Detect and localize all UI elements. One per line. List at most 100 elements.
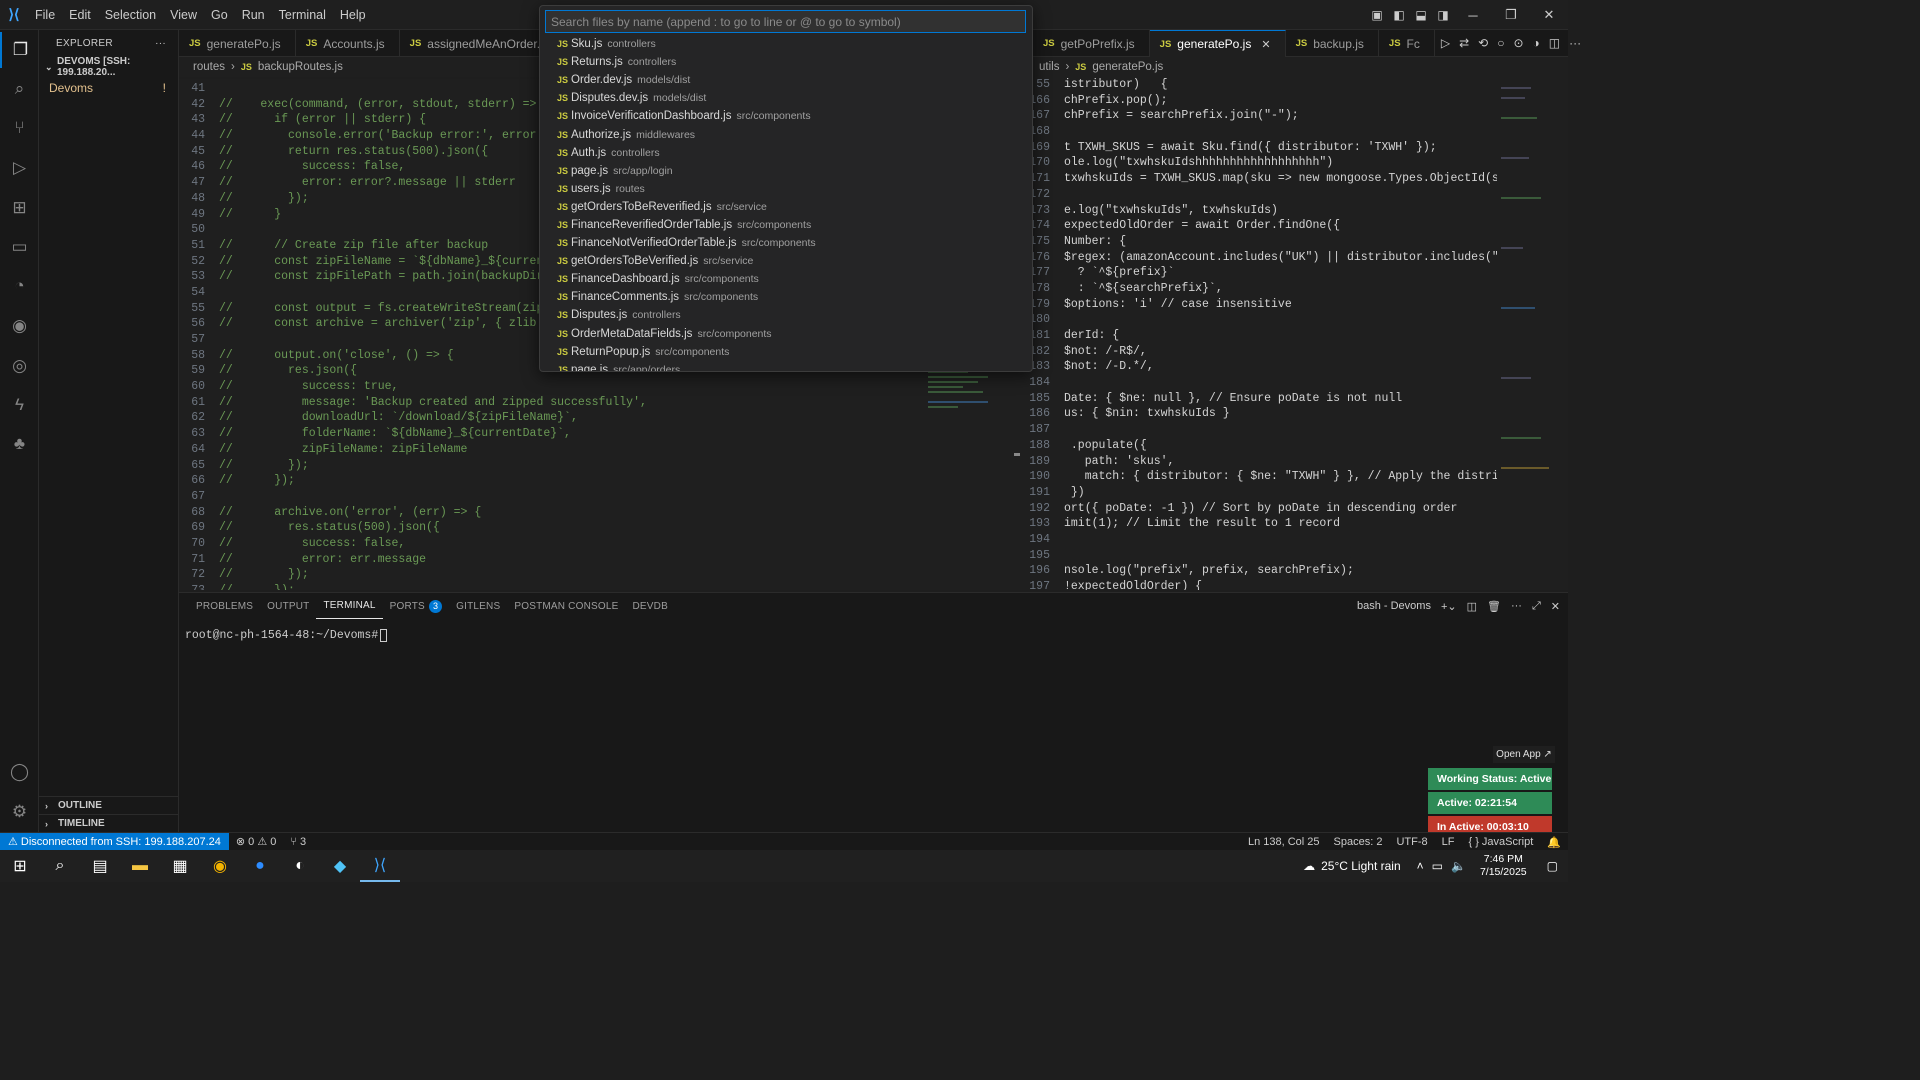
close-window-button[interactable]: ✕ bbox=[1530, 0, 1568, 30]
forward-icon[interactable]: ⊙ bbox=[1513, 36, 1523, 50]
weather-text[interactable]: 25°C Light rain bbox=[1321, 859, 1401, 873]
quick-open-item[interactable]: JS Auth.js controllers bbox=[540, 144, 1032, 162]
quick-open-item[interactable]: JS Order.dev.js models/dist bbox=[540, 71, 1032, 89]
quick-open-item[interactable]: JS Returns.js controllers bbox=[540, 53, 1032, 71]
menu-item-go[interactable]: Go bbox=[204, 0, 235, 30]
cursor-position[interactable]: Ln 138, Col 25 bbox=[1241, 836, 1327, 848]
python-icon[interactable]: ♣ bbox=[0, 426, 39, 462]
panel-tab-postman-console[interactable]: POSTMAN CONSOLE bbox=[507, 593, 625, 619]
quick-open-item[interactable]: JS ReturnPopup.js src/components bbox=[540, 343, 1032, 361]
quick-open-item[interactable]: JS Authorize.js middlewares bbox=[540, 125, 1032, 143]
toggle-secondary-sidebar-icon[interactable]: ◨ bbox=[1432, 0, 1454, 30]
editor-tab[interactable]: JS generatePo.js ✕ bbox=[1149, 30, 1286, 57]
menu-item-selection[interactable]: Selection bbox=[98, 0, 163, 30]
terminal-shell-selector[interactable]: bash - Devoms bbox=[1357, 600, 1431, 612]
outline-section[interactable]: › OUTLINE bbox=[39, 796, 179, 814]
menu-item-view[interactable]: View bbox=[163, 0, 204, 30]
problems-count[interactable]: ⊗ 0 ⚠ 0 bbox=[229, 835, 283, 848]
menu-item-run[interactable]: Run bbox=[235, 0, 272, 30]
terminal-output[interactable]: root@nc-ph-1564-48:~/Devoms# bbox=[185, 629, 388, 642]
open-app-button[interactable]: Open App ↗ bbox=[1493, 746, 1555, 763]
more-actions-icon[interactable]: ··· bbox=[155, 38, 166, 49]
docker-icon[interactable]: ◎ bbox=[0, 348, 39, 384]
store-icon[interactable]: ▦ bbox=[160, 850, 200, 882]
run-icon[interactable]: ▷ bbox=[1441, 36, 1450, 50]
encoding[interactable]: UTF-8 bbox=[1389, 836, 1434, 848]
quick-open-input[interactable] bbox=[551, 14, 1025, 29]
editor-tab[interactable]: JS generatePo.js bbox=[179, 30, 296, 57]
toggle-sidebar-icon[interactable]: ◧ bbox=[1388, 0, 1410, 30]
split-terminal-icon[interactable]: ◫ bbox=[1467, 600, 1477, 613]
quick-open-item[interactable]: JS FinanceReverifiedOrderTable.js src/comp… bbox=[540, 216, 1032, 234]
notifications-icon[interactable]: 🔔 bbox=[1540, 836, 1568, 849]
gitlens-icon[interactable]: ◔ bbox=[0, 268, 39, 304]
panel-tab-output[interactable]: OUTPUT bbox=[260, 593, 316, 619]
vscode-taskbar-icon[interactable]: ⟩⟨ bbox=[360, 850, 400, 882]
quick-open-item[interactable]: JS Disputes.js controllers bbox=[540, 306, 1032, 324]
folder-item-devoms[interactable]: Devoms ! bbox=[39, 78, 178, 98]
editor-tab[interactable]: JS backup.js bbox=[1286, 30, 1379, 57]
language-mode[interactable]: { } JavaScript bbox=[1461, 836, 1540, 848]
breadcrumb-file[interactable]: backupRoutes.js bbox=[258, 61, 343, 73]
compare-icon[interactable]: ⇄ bbox=[1459, 36, 1469, 50]
right-minimap[interactable] bbox=[1497, 77, 1568, 590]
chevron-up-icon[interactable]: ˄ bbox=[1417, 859, 1424, 873]
chrome-icon[interactable]: ◉ bbox=[200, 850, 240, 882]
accounts-icon[interactable]: ◯ bbox=[0, 754, 39, 790]
split-editor-icon[interactable]: ◫ bbox=[1549, 36, 1560, 50]
restore-button[interactable]: ❐ bbox=[1492, 0, 1530, 30]
quick-open-item[interactable]: JS OrderMetaDataFields.js src/components bbox=[540, 325, 1032, 343]
editor-tab[interactable]: JS Accounts.js bbox=[296, 30, 400, 57]
settings-gear-icon[interactable]: ⚙ bbox=[0, 794, 39, 830]
close-panel-icon[interactable]: ✕ bbox=[1551, 600, 1560, 613]
clock[interactable]: 7:46 PM 7/15/2025 bbox=[1470, 853, 1537, 879]
new-terminal-icon[interactable]: +⌄ bbox=[1441, 600, 1457, 613]
panel-tab-ports[interactable]: PORTS 3 bbox=[383, 593, 450, 619]
quick-open-item[interactable]: JS FinanceNotVerifiedOrderTable.js src/com… bbox=[540, 234, 1032, 252]
editor-tab[interactable]: JS getPoPrefix.js bbox=[1033, 30, 1150, 57]
thunder-client-icon[interactable]: ϟ bbox=[0, 387, 39, 423]
right-editor-code[interactable]: 55 istributor) {166 chPrefix.pop(); 167 chPr… bbox=[1024, 77, 1497, 590]
start-icon[interactable]: ⊞ bbox=[0, 850, 40, 882]
remote-explorer-icon[interactable]: ▭ bbox=[0, 229, 39, 265]
quick-open-item[interactable]: JS getOrdersToBeReverified.js src/service bbox=[540, 198, 1032, 216]
menu-item-terminal[interactable]: Terminal bbox=[272, 0, 333, 30]
postman-icon[interactable]: ◉ bbox=[0, 308, 39, 344]
notification-center-icon[interactable]: ▢ bbox=[1537, 859, 1568, 873]
kill-terminal-icon[interactable]: 🗑 bbox=[1487, 600, 1501, 613]
quick-open-item[interactable]: JS users.js routes bbox=[540, 180, 1032, 198]
more-actions-icon[interactable]: ··· bbox=[1569, 36, 1581, 50]
editor-tab[interactable]: JS Fc bbox=[1379, 30, 1435, 57]
network-icon[interactable]: ▭ bbox=[1432, 859, 1443, 873]
menu-item-edit[interactable]: Edit bbox=[62, 0, 98, 30]
toggle-panel-icon[interactable]: ⬓ bbox=[1410, 0, 1432, 30]
workspace-root[interactable]: ⌄ DEVOMS [SSH: 199.188.20... bbox=[39, 56, 178, 78]
timeline-section[interactable]: › TIMELINE bbox=[39, 814, 179, 832]
circle-icon[interactable]: ○ bbox=[1497, 36, 1504, 50]
quick-open-item[interactable]: JS FinanceDashboard.js src/components bbox=[540, 270, 1032, 288]
file-explorer-icon[interactable]: ▬ bbox=[120, 850, 160, 882]
more-actions-icon[interactable]: ··· bbox=[1511, 600, 1522, 612]
menu-item-file[interactable]: File bbox=[28, 0, 62, 30]
quick-open-item[interactable]: JS page.js src/app/orders bbox=[540, 361, 1032, 371]
app-icon[interactable]: ◐ bbox=[280, 850, 320, 882]
customize-layout-icon[interactable]: ▣ bbox=[1366, 0, 1388, 30]
search-icon[interactable]: ⌕ bbox=[0, 71, 39, 107]
revert-icon[interactable]: ⟲ bbox=[1478, 36, 1488, 50]
remote-status[interactable]: ⚠ Disconnected from SSH: 199.188.207.24 bbox=[0, 832, 229, 851]
panel-tab-devdb[interactable]: DEVDB bbox=[626, 593, 675, 619]
close-tab-icon[interactable]: ✕ bbox=[1261, 38, 1270, 51]
breadcrumb-folder[interactable]: utils bbox=[1039, 61, 1059, 73]
zoom-icon[interactable]: ● bbox=[240, 850, 280, 882]
quick-open-item[interactable]: JS FinanceComments.js src/components bbox=[540, 288, 1032, 306]
quick-open-item[interactable]: JS Disputes.dev.js models/dist bbox=[540, 89, 1032, 107]
breadcrumb-folder[interactable]: routes bbox=[193, 61, 225, 73]
quick-open-item[interactable]: JS Sku.js controllers bbox=[540, 35, 1032, 53]
quick-open-item[interactable]: JS getOrdersToBeVerified.js src/service bbox=[540, 252, 1032, 270]
explorer-icon[interactable]: ❐ bbox=[0, 32, 39, 68]
end-of-line[interactable]: LF bbox=[1435, 836, 1462, 848]
task-view-icon[interactable]: ▤ bbox=[80, 850, 120, 882]
search-icon[interactable]: ⌕ bbox=[40, 850, 80, 882]
menu-item-help[interactable]: Help bbox=[333, 0, 373, 30]
maximize-panel-icon[interactable]: ⤢ bbox=[1532, 600, 1541, 613]
